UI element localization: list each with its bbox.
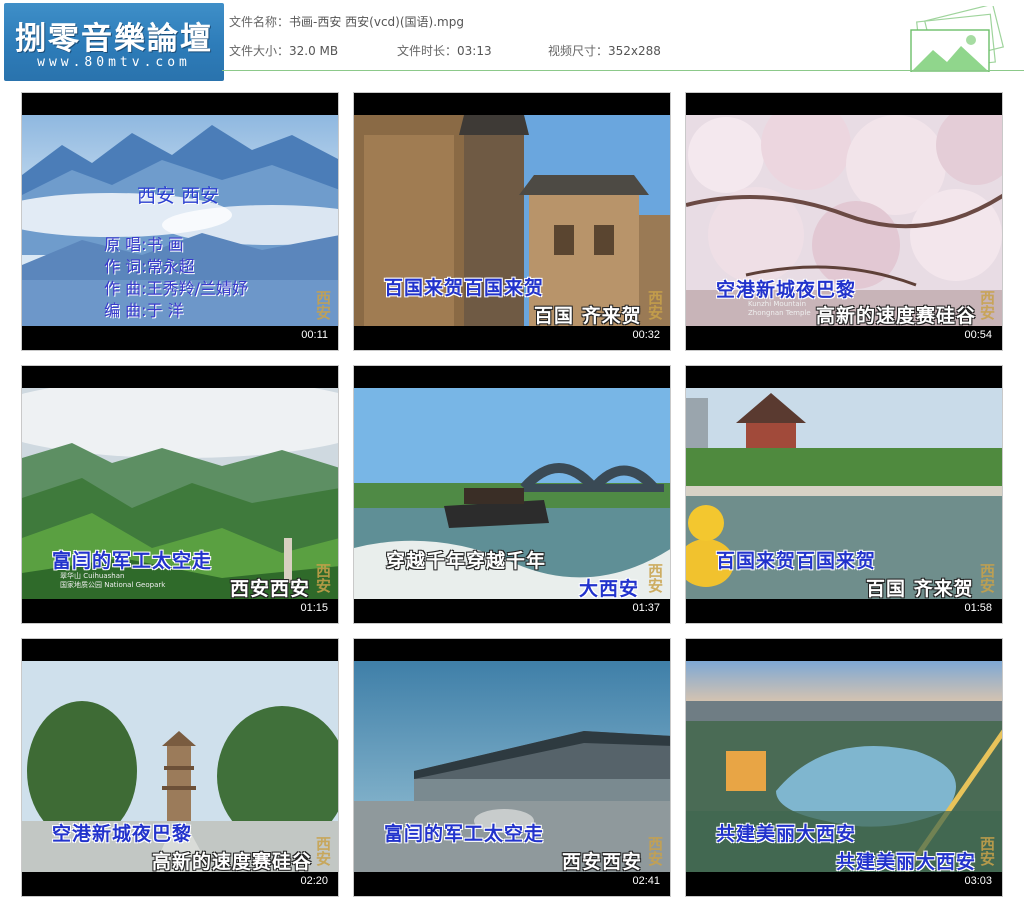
- channel-watermark: 西安: [646, 836, 664, 866]
- file-size-label: 文件大小：: [229, 44, 290, 58]
- video-dimensions-value: 352x288: [608, 44, 661, 58]
- letterbox-bottom: [354, 872, 670, 896]
- thumbnail-grid: 西安 西安 原 唱:书 画 作 词:常永超 作 曲:王秀羚/兰婧妤 编 曲:于 …: [21, 92, 1005, 900]
- header-divider: [222, 70, 1024, 71]
- channel-watermark: 西安: [978, 563, 996, 593]
- lyric-line-top: 富闫的军工太空走: [384, 823, 545, 845]
- video-dimensions-info: 视频尺寸：352x288: [548, 42, 661, 59]
- letterbox-bottom: [686, 872, 1002, 896]
- song-title-card: 西安 西安: [137, 185, 220, 207]
- channel-watermark: 西安: [646, 563, 664, 593]
- frame-timestamp: 00:11: [301, 329, 328, 341]
- letterbox-top: [686, 366, 1002, 388]
- lyric-line-top: 空港新城夜巴黎: [716, 279, 857, 301]
- thumbnail-frame[interactable]: 空港新城夜巴黎 高新的速度赛硅谷 西安 02:20: [21, 638, 339, 897]
- credit-line: 编 曲:于 洋: [104, 301, 184, 320]
- thumbnail-frame[interactable]: 共建美丽大西安 共建美丽大西安 西安 03:03: [685, 638, 1003, 897]
- thumbnail-frame[interactable]: 百国来贺百国来贺 百国 齐来贺 西安 01:58: [685, 365, 1003, 624]
- file-name-value: 书画-西安 西安(vcd)(国语).mpg: [289, 15, 464, 29]
- file-size-info: 文件大小：32.0 MB: [229, 42, 338, 59]
- lyric-line-bottom: 百国 齐来贺: [866, 578, 974, 600]
- channel-watermark: 西安: [314, 836, 332, 866]
- file-duration-value: 03:13: [457, 44, 492, 58]
- file-duration-info: 文件时长：03:13: [397, 42, 492, 59]
- letterbox-top: [22, 366, 338, 388]
- lyric-line-top: 穿越千年穿越千年: [386, 550, 547, 572]
- frame-timestamp: 02:41: [632, 875, 660, 887]
- letterbox-bottom: [686, 326, 1002, 350]
- header: 捌零音樂論壇 www.80mtv.com 文件名称：书画-西安 西安(vcd)(…: [0, 0, 1024, 82]
- picture-stack-icon: [910, 6, 1005, 72]
- frame-timestamp: 02:20: [300, 875, 328, 887]
- letterbox-top: [686, 93, 1002, 115]
- thumbnail-frame[interactable]: 百国来贺百国来贺 百国 齐来贺 西安 00:32: [353, 92, 671, 351]
- lyric-line-top: 共建美丽大西安: [716, 823, 857, 845]
- letterbox-bottom: [354, 599, 670, 623]
- lyric-line-bottom: 西安西安: [230, 578, 311, 600]
- file-size-value: 32.0 MB: [289, 44, 339, 58]
- channel-watermark: 西安: [646, 290, 664, 320]
- frame-timestamp: 01:58: [964, 602, 992, 614]
- file-name-info: 文件名称：书画-西安 西安(vcd)(国语).mpg: [229, 13, 464, 30]
- credit-line: 作 词:常永超: [104, 257, 195, 276]
- letterbox-top: [22, 639, 338, 661]
- frame-timestamp: 03:03: [964, 875, 992, 887]
- letterbox-bottom: [686, 599, 1002, 623]
- lyric-line-bottom: 高新的速度赛硅谷: [816, 305, 977, 327]
- lyric-line-bottom: 百国 齐来贺: [534, 305, 642, 327]
- location-sign-text: Kunzhi Mountain Zhongnan Temple: [748, 300, 811, 317]
- letterbox-top: [22, 93, 338, 115]
- frame-timestamp: 00:32: [632, 329, 660, 341]
- letterbox-top: [354, 639, 670, 661]
- file-name-label: 文件名称：: [229, 15, 290, 29]
- letterbox-bottom: [22, 872, 338, 896]
- channel-watermark: 西安: [314, 290, 332, 320]
- logo-title: 捌零音樂論壇: [15, 21, 213, 57]
- channel-watermark: 西安: [978, 290, 996, 320]
- logo-url: www.80mtv.com: [37, 55, 191, 70]
- lyric-line-bottom: 高新的速度赛硅谷: [152, 851, 313, 873]
- channel-watermark: 西安: [978, 836, 996, 866]
- lyric-line-bottom: 共建美丽大西安: [836, 851, 977, 873]
- credit-line: 原 唱:书 画: [104, 235, 184, 254]
- video-dimensions-label: 视频尺寸：: [548, 44, 609, 58]
- lyric-line-top: 富闫的军工太空走: [52, 550, 213, 572]
- file-duration-label: 文件时长：: [397, 44, 458, 58]
- letterbox-bottom: [22, 326, 338, 350]
- lyric-line-top: 百国来贺百国来贺: [384, 277, 545, 299]
- thumbnail-frame[interactable]: 西安 西安 原 唱:书 画 作 词:常永超 作 曲:王秀羚/兰婧妤 编 曲:于 …: [21, 92, 339, 351]
- channel-watermark: 西安: [314, 563, 332, 593]
- letterbox-top: [354, 366, 670, 388]
- thumbnail-frame[interactable]: 富闫的军工太空走 翠华山 Cuihuashan 国家地质公园 National G…: [21, 365, 339, 624]
- letterbox-bottom: [354, 326, 670, 350]
- thumbnail-frame[interactable]: 富闫的军工太空走 西安西安 西安 02:41: [353, 638, 671, 897]
- letterbox-top: [686, 639, 1002, 661]
- letterbox-bottom: [22, 599, 338, 623]
- lyric-line-top: 空港新城夜巴黎: [52, 823, 193, 845]
- thumbnail-frame[interactable]: 穿越千年穿越千年 大西安 西安 01:37: [353, 365, 671, 624]
- frame-timestamp: 01:15: [300, 602, 328, 614]
- letterbox-top: [354, 93, 670, 115]
- lyric-line-bottom: 大西安: [579, 578, 640, 600]
- lyric-line-top: 百国来贺百国来贺: [716, 550, 877, 572]
- credit-line: 作 曲:王秀羚/兰婧妤: [104, 279, 248, 298]
- frame-timestamp: 00:54: [964, 329, 992, 341]
- thumbnail-frame[interactable]: 空港新城夜巴黎 Kunzhi Mountain Zhongnan Temple 高…: [685, 92, 1003, 351]
- site-logo: 捌零音樂論壇 www.80mtv.com: [4, 3, 224, 81]
- lyric-line-bottom: 西安西安: [562, 851, 643, 873]
- location-sign-text: 翠华山 Cuihuashan 国家地质公园 National Geopark: [60, 572, 166, 589]
- frame-timestamp: 01:37: [632, 602, 660, 614]
